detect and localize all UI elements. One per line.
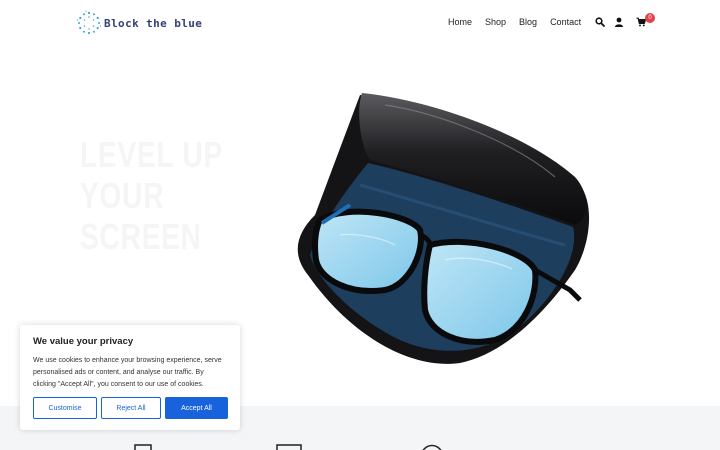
user-icon[interactable]: [614, 17, 624, 27]
nav-home[interactable]: Home: [448, 17, 472, 27]
brand-logo[interactable]: Block the blue: [76, 10, 202, 36]
cookie-consent-banner: We value your privacy We use cookies to …: [20, 325, 240, 430]
brand-name: Block the blue: [104, 16, 203, 30]
hero-title: LEVEL UP YOUR SCREEN: [80, 134, 275, 257]
reject-all-button[interactable]: Reject All: [101, 397, 161, 419]
feature-screen-icon: [276, 444, 302, 450]
cookie-buttons: Customise Reject All Accept All: [33, 397, 228, 419]
hero-title-line-2: SCREEN: [80, 216, 202, 257]
hero-product-image: [297, 93, 590, 364]
nav-shop[interactable]: Shop: [485, 17, 506, 27]
feature-box-icon: [134, 444, 152, 450]
page: Block the blue Home Shop Blog Contact 0 …: [0, 0, 720, 450]
nav-blog[interactable]: Blog: [519, 17, 537, 27]
feature-circle-icon: [422, 444, 442, 450]
site-header: Block the blue Home Shop Blog Contact 0: [0, 0, 720, 46]
main-nav: Home Shop Blog Contact: [448, 17, 581, 27]
nav-contact[interactable]: Contact: [550, 17, 581, 27]
hero-title-line-1: LEVEL UP YOUR: [80, 134, 223, 216]
search-icon[interactable]: [595, 17, 605, 27]
cookie-description: We use cookies to enhance your browsing …: [33, 357, 222, 388]
customise-button[interactable]: Customise: [33, 397, 97, 419]
logo-dots-icon: [76, 10, 102, 35]
cookie-title: We value your privacy: [33, 336, 134, 347]
cart-count-badge: 0: [645, 13, 655, 23]
accept-all-button[interactable]: Accept All: [165, 397, 228, 419]
